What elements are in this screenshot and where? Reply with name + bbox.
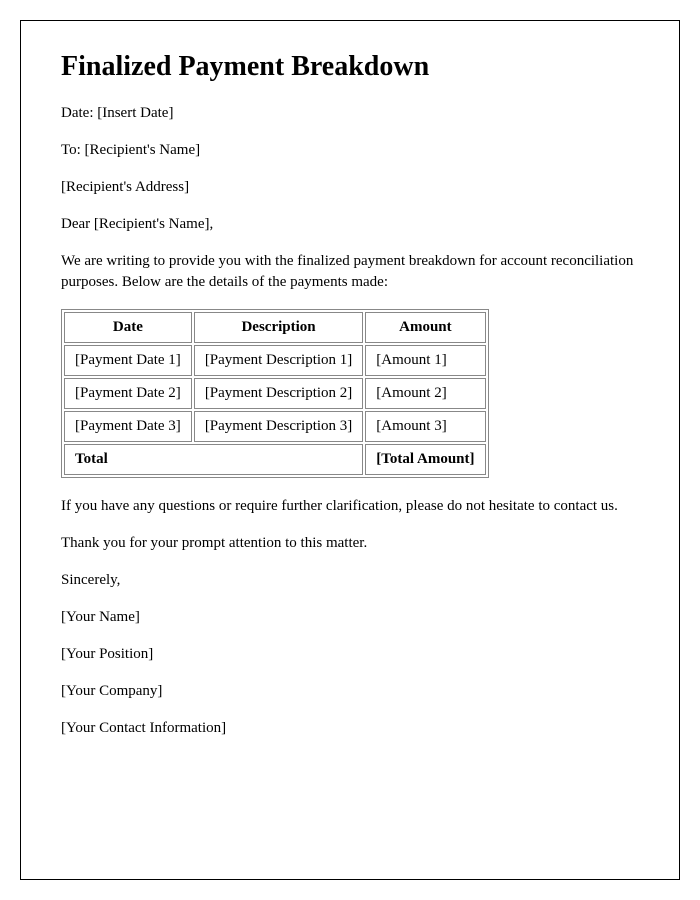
header-amount: Amount (365, 312, 485, 343)
to-line: To: [Recipient's Name] (61, 140, 639, 161)
cell-amount: [Amount 2] (365, 378, 485, 409)
cell-description: [Payment Description 2] (194, 378, 363, 409)
salutation: Dear [Recipient's Name], (61, 214, 639, 235)
total-amount: [Total Amount] (365, 444, 485, 475)
sender-company: [Your Company] (61, 681, 639, 702)
cell-description: [Payment Description 1] (194, 345, 363, 376)
cell-amount: [Amount 1] (365, 345, 485, 376)
sender-contact: [Your Contact Information] (61, 718, 639, 739)
address-line: [Recipient's Address] (61, 177, 639, 198)
closing-paragraph-2: Thank you for your prompt attention to t… (61, 533, 639, 554)
cell-date: [Payment Date 3] (64, 411, 192, 442)
total-label: Total (64, 444, 363, 475)
table-row: [Payment Date 3] [Payment Description 3]… (64, 411, 486, 442)
payment-table: Date Description Amount [Payment Date 1]… (61, 309, 489, 478)
sender-position: [Your Position] (61, 644, 639, 665)
table-total-row: Total [Total Amount] (64, 444, 486, 475)
cell-description: [Payment Description 3] (194, 411, 363, 442)
signoff: Sincerely, (61, 570, 639, 591)
header-date: Date (64, 312, 192, 343)
header-description: Description (194, 312, 363, 343)
cell-amount: [Amount 3] (365, 411, 485, 442)
table-row: [Payment Date 2] [Payment Description 2]… (64, 378, 486, 409)
sender-name: [Your Name] (61, 607, 639, 628)
intro-paragraph: We are writing to provide you with the f… (61, 251, 639, 293)
table-row: [Payment Date 1] [Payment Description 1]… (64, 345, 486, 376)
document-page: Finalized Payment Breakdown Date: [Inser… (20, 20, 680, 880)
date-line: Date: [Insert Date] (61, 103, 639, 124)
cell-date: [Payment Date 1] (64, 345, 192, 376)
table-header-row: Date Description Amount (64, 312, 486, 343)
closing-paragraph-1: If you have any questions or require fur… (61, 496, 639, 517)
page-title: Finalized Payment Breakdown (61, 51, 639, 83)
cell-date: [Payment Date 2] (64, 378, 192, 409)
